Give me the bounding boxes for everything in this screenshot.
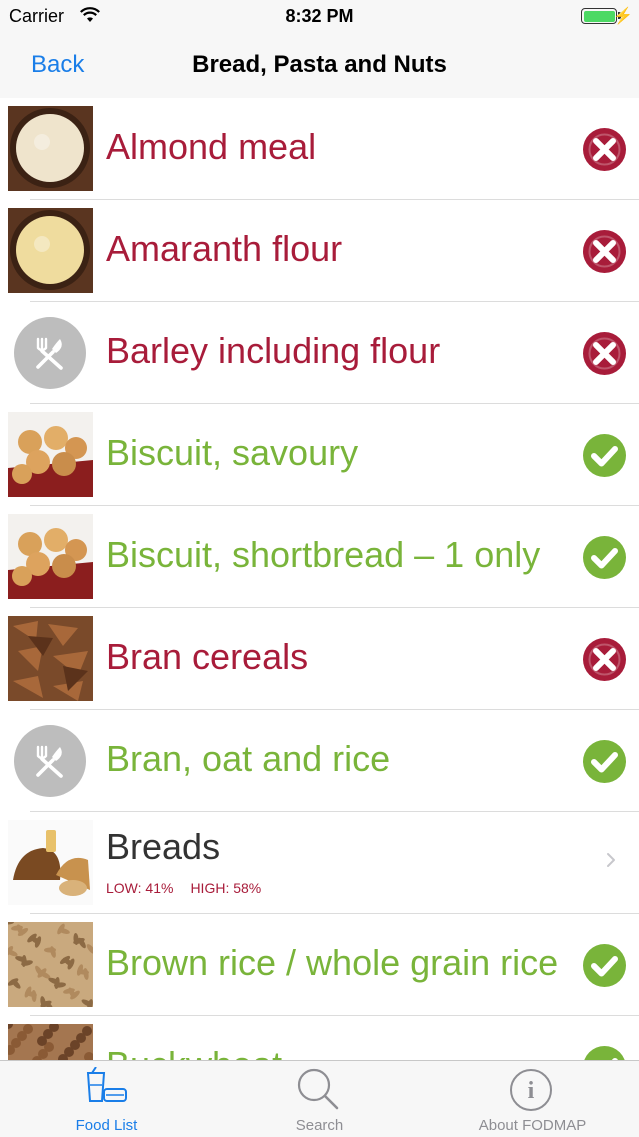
food-row[interactable]: Barley including flour	[0, 302, 639, 404]
breads-photo	[8, 820, 93, 905]
food-name: Amaranth flour	[106, 228, 343, 269]
food-row[interactable]: Buckwheat	[0, 1016, 639, 1060]
biscuit-photo	[8, 514, 93, 599]
food-row[interactable]: Almond meal	[0, 98, 639, 200]
biscuit-photo	[8, 412, 93, 497]
buckwheat-photo	[8, 1024, 93, 1060]
food-name: Bran cereals	[106, 636, 309, 677]
bran-cereal-photo	[8, 616, 93, 701]
page-title: Bread, Pasta and Nuts	[192, 51, 447, 78]
utensils-icon	[14, 317, 86, 389]
food-row[interactable]: Breads LOW: 41% HIGH: 58%	[0, 812, 639, 914]
clock: 8:32 PM	[285, 6, 354, 26]
tab-label: Search	[295, 1117, 344, 1134]
almond-meal-photo	[8, 106, 93, 191]
charging-icon: ⚡	[613, 8, 633, 25]
food-name: Biscuit, shortbread – 1 only	[106, 534, 541, 575]
food-row[interactable]: Bran, oat and rice	[0, 710, 639, 812]
low-fodmap-check-icon	[583, 434, 626, 477]
high-fodmap-x-icon	[583, 332, 626, 375]
svg-text:i: i	[528, 1078, 535, 1104]
tab-about-fodmap[interactable]: i About FODMAP	[426, 1061, 639, 1137]
food-row[interactable]: Brown rice / whole grain rice	[0, 914, 639, 1016]
low-fodmap-check-icon	[583, 944, 626, 987]
food-row[interactable]: Bran cereals	[0, 608, 639, 710]
navigation-bar: Back Bread, Pasta and Nuts	[0, 32, 639, 99]
food-row[interactable]: Amaranth flour	[0, 200, 639, 302]
food-name: Bran, oat and rice	[106, 738, 391, 779]
tab-label: About FODMAP	[478, 1117, 587, 1134]
low-fodmap-check-icon	[583, 536, 626, 579]
high-fodmap-x-icon	[583, 128, 626, 171]
battery-icon	[581, 8, 617, 24]
tab-food-list[interactable]: Food List	[0, 1061, 213, 1137]
amaranth-flour-photo	[8, 208, 93, 293]
food-name: Buckwheat	[106, 1044, 282, 1060]
tab-bar: Food List Search i About FODMAP	[0, 1060, 639, 1137]
tab-label: Food List	[75, 1117, 138, 1134]
tab-search[interactable]: Search	[213, 1061, 426, 1137]
food-name: Biscuit, savoury	[106, 432, 359, 473]
low-fodmap-check-icon	[583, 740, 626, 783]
food-name: Almond meal	[106, 126, 317, 167]
food-name: Barley including flour	[106, 330, 441, 371]
high-stat: HIGH: 58%	[190, 880, 262, 896]
food-row[interactable]: Biscuit, savoury	[0, 404, 639, 506]
low-stat: LOW: 41%	[106, 880, 174, 896]
food-list[interactable]: Almond meal Amaranth flour Barley includin…	[0, 98, 639, 1060]
high-fodmap-x-icon	[583, 638, 626, 681]
chevron-right-icon	[604, 850, 618, 870]
fodmap-stats: LOW: 41% HIGH: 58%	[106, 880, 261, 896]
food-name: Breads	[106, 826, 221, 867]
low-fodmap-check-icon	[583, 1046, 626, 1060]
food-name: Brown rice / whole grain rice	[106, 942, 559, 983]
high-fodmap-x-icon	[583, 230, 626, 273]
brown-rice-photo	[8, 922, 93, 1007]
utensils-icon	[14, 725, 86, 797]
food-row[interactable]: Biscuit, shortbread – 1 only	[0, 506, 639, 608]
status-bar: Carrier 8:32 PM ⚡	[0, 0, 639, 32]
